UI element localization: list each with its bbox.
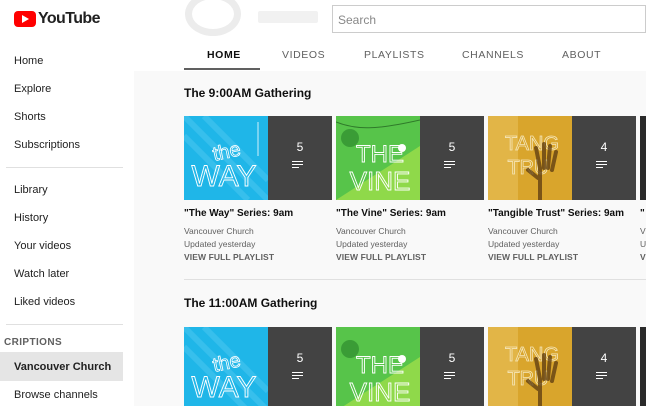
youtube-play-icon bbox=[14, 11, 36, 27]
playlist-count-overlay: 5 bbox=[268, 327, 332, 406]
sidebar-item-browse-channels[interactable]: Browse channels bbox=[14, 389, 98, 401]
sidebar-item-liked-videos[interactable]: Liked videos bbox=[14, 296, 75, 308]
svg-text:WAY: WAY bbox=[192, 160, 257, 193]
playlist-thumbnail[interactable] bbox=[640, 116, 646, 200]
sidebar-item-your-videos[interactable]: Your videos bbox=[14, 240, 71, 252]
sidebar-divider bbox=[6, 167, 123, 168]
playlist-video-count: 5 bbox=[296, 140, 304, 154]
channel-tabs: HOME VIDEOS PLAYLISTS CHANNELS ABOUT bbox=[134, 38, 646, 71]
playlist-icon bbox=[596, 372, 612, 382]
playlist-count-overlay: 5 bbox=[268, 116, 332, 200]
logo-text: YouTube bbox=[38, 10, 100, 27]
playlist-updated: Updated yesterday bbox=[488, 239, 560, 249]
playlist-video-count: 5 bbox=[448, 140, 456, 154]
section-divider bbox=[184, 279, 646, 280]
playlist-card[interactable]: THE VINE 5 "The Vine" Series: 9am Vancou… bbox=[336, 116, 484, 262]
playlist-video-count: 5 bbox=[448, 351, 456, 365]
playlist-icon bbox=[292, 372, 308, 382]
sidebar-item-label: Vancouver Church bbox=[14, 361, 112, 373]
svg-text:WAY: WAY bbox=[192, 371, 257, 404]
channel-name-placeholder bbox=[258, 11, 318, 23]
sidebar-item-shorts[interactable]: Shorts bbox=[14, 111, 46, 123]
playlist-thumbnail[interactable]: THE VINE 5 bbox=[336, 116, 484, 200]
svg-text:VINE: VINE bbox=[350, 166, 411, 196]
svg-text:VINE: VINE bbox=[350, 377, 411, 406]
playlist-icon bbox=[444, 372, 460, 382]
playlist-card[interactable] bbox=[640, 327, 646, 406]
active-tab-indicator bbox=[184, 68, 260, 70]
playlist-thumbnail[interactable]: TANG TRU 4 bbox=[488, 116, 636, 200]
playlist-thumbnail[interactable]: THE VINE 5 bbox=[336, 327, 484, 406]
playlist-count-overlay: 5 bbox=[420, 116, 484, 200]
playlist-card[interactable]: THE VINE 5 bbox=[336, 327, 484, 406]
view-full-playlist-link[interactable]: VIEW FULL PLAYLIST bbox=[488, 252, 636, 262]
playlist-title[interactable]: "The Way" Series: 9am bbox=[184, 208, 332, 219]
view-full-playlist-link[interactable]: VIEW FULL PLAYLIST bbox=[184, 252, 332, 262]
sidebar-item-vancouver-church[interactable]: Vancouver Church bbox=[0, 352, 123, 381]
playlist-channel[interactable]: Vancouver Church bbox=[184, 225, 332, 238]
playlist-card[interactable]: the WAY 5 bbox=[184, 327, 332, 406]
view-full-playlist-link[interactable]: V bbox=[640, 252, 646, 262]
playlist-thumbnail[interactable]: the WAY 5 bbox=[184, 116, 332, 200]
playlist-card[interactable]: " V U V bbox=[640, 116, 646, 262]
playlist-channel[interactable]: V bbox=[640, 225, 646, 238]
playlist-card[interactable]: the WAY 5 "The Way" Series: 9am Vancouve… bbox=[184, 116, 332, 262]
the-way-artwork: the WAY bbox=[184, 116, 268, 200]
tab-videos[interactable]: VIDEOS bbox=[282, 49, 325, 61]
section-title[interactable]: The 11:00AM Gathering bbox=[184, 296, 317, 310]
tangible-trust-artwork: TANG TRU bbox=[488, 116, 572, 200]
playlist-video-count: 4 bbox=[600, 351, 608, 365]
playlist-card[interactable]: TANG TRU 4 bbox=[488, 327, 636, 406]
playlist-video-count: 5 bbox=[296, 351, 304, 365]
playlist-thumbnail[interactable]: TANG TRU 4 bbox=[488, 327, 636, 406]
tangible-trust-artwork: TANG TRU bbox=[488, 327, 572, 406]
tab-channels[interactable]: CHANNELS bbox=[462, 49, 524, 61]
view-full-playlist-link[interactable]: VIEW FULL PLAYLIST bbox=[336, 252, 484, 262]
sidebar-item-history[interactable]: History bbox=[14, 212, 48, 224]
subscriptions-heading: CRIPTIONS bbox=[4, 337, 63, 348]
playlist-channel[interactable]: Vancouver Church bbox=[488, 225, 636, 238]
playlist-count-overlay: 5 bbox=[420, 327, 484, 406]
the-vine-artwork: THE VINE bbox=[336, 327, 420, 406]
playlist-updated: Updated yesterday bbox=[184, 239, 256, 249]
playlist-thumbnail[interactable] bbox=[640, 327, 646, 406]
playlist-title[interactable]: "The Vine" Series: 9am bbox=[336, 208, 484, 219]
playlist-title[interactable]: " bbox=[640, 208, 646, 219]
sidebar: YouTube Home Explore Shorts Subscription… bbox=[0, 0, 134, 406]
sidebar-item-watch-later[interactable]: Watch later bbox=[14, 268, 69, 280]
playlist-video-count: 4 bbox=[600, 140, 608, 154]
youtube-logo[interactable]: YouTube bbox=[14, 10, 100, 28]
playlist-title[interactable]: "Tangible Trust" Series: 9am bbox=[488, 208, 636, 219]
playlist-updated: U bbox=[640, 239, 646, 249]
the-vine-artwork: THE VINE bbox=[336, 116, 420, 200]
playlist-icon bbox=[444, 161, 460, 171]
playlist-count-overlay: 4 bbox=[572, 327, 636, 406]
playlist-thumbnail[interactable]: the WAY 5 bbox=[184, 327, 332, 406]
sidebar-item-library[interactable]: Library bbox=[14, 184, 48, 196]
section-title[interactable]: The 9:00AM Gathering bbox=[184, 86, 311, 100]
tab-playlists[interactable]: PLAYLISTS bbox=[364, 49, 425, 61]
playlist-updated: Updated yesterday bbox=[336, 239, 408, 249]
playlist-channel[interactable]: Vancouver Church bbox=[336, 225, 484, 238]
playlist-card[interactable]: TANG TRU 4 "Tangible Trust" Series: 9am … bbox=[488, 116, 636, 262]
the-way-artwork: the WAY bbox=[184, 327, 268, 406]
channel-home-content: The 9:00AM Gathering the WAY 5 "The Way"… bbox=[134, 71, 646, 406]
search-input[interactable]: Search bbox=[332, 5, 646, 33]
sidebar-item-explore[interactable]: Explore bbox=[14, 83, 51, 95]
playlist-icon bbox=[596, 161, 612, 171]
search-placeholder: Search bbox=[338, 13, 377, 27]
sidebar-item-home[interactable]: Home bbox=[14, 55, 43, 67]
playlist-icon bbox=[292, 161, 308, 171]
sidebar-item-subscriptions[interactable]: Subscriptions bbox=[14, 139, 80, 151]
tab-about[interactable]: ABOUT bbox=[562, 49, 601, 61]
tab-home[interactable]: HOME bbox=[207, 49, 241, 61]
sidebar-divider bbox=[6, 324, 123, 325]
playlist-count-overlay: 4 bbox=[572, 116, 636, 200]
svg-text:THE: THE bbox=[356, 141, 404, 168]
svg-text:THE: THE bbox=[356, 352, 404, 379]
